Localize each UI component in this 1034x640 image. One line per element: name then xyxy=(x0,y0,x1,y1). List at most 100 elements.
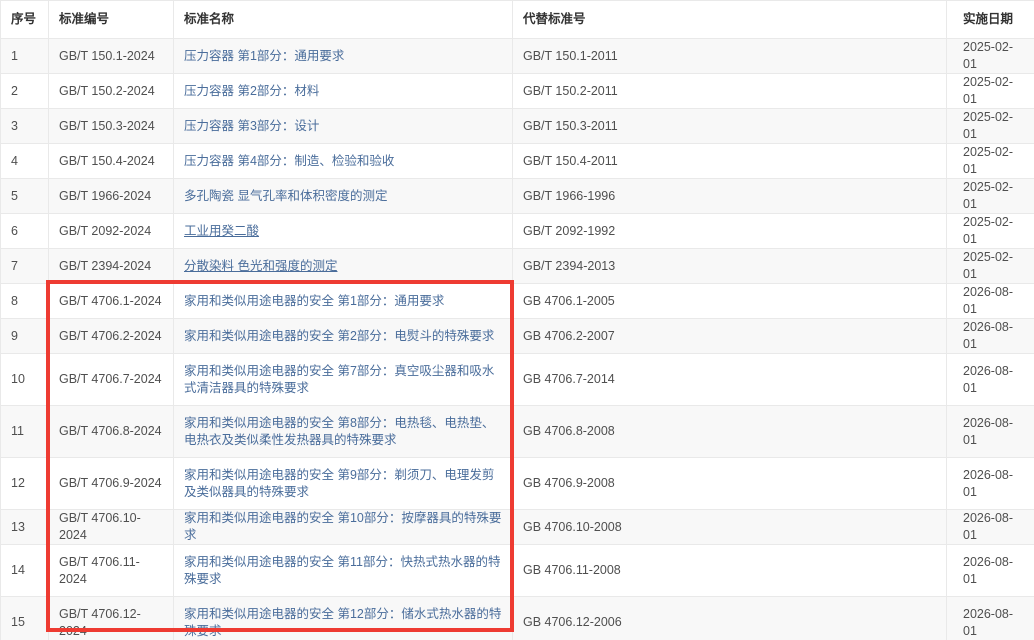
cell-index: 6 xyxy=(1,214,49,248)
standards-table: 序号 标准编号 标准名称 代替标准号 实施日期 1 GB/T 150.1-202… xyxy=(0,0,1034,640)
cell-replaced: GB 4706.7-2014 xyxy=(513,354,947,405)
cell-replaced: GB 4706.9-2008 xyxy=(513,458,947,509)
table-row: 11 GB/T 4706.8-2024 家用和类似用途电器的安全 第8部分：电热… xyxy=(1,406,1034,458)
cell-date: 2025-02-01 xyxy=(947,179,1034,213)
cell-std-no: GB/T 4706.10-2024 xyxy=(49,510,174,544)
table-row: 15 GB/T 4706.12-2024 家用和类似用途电器的安全 第12部分：… xyxy=(1,597,1034,640)
standard-name-link[interactable]: 压力容器 第4部分：制造、检验和验收 xyxy=(184,153,394,170)
col-header-replaced: 代替标准号 xyxy=(513,1,947,38)
standard-name-link[interactable]: 家用和类似用途电器的安全 第1部分：通用要求 xyxy=(184,293,444,310)
cell-std-name: 多孔陶瓷 显气孔率和体积密度的测定 xyxy=(174,179,513,213)
cell-replaced: GB 4706.10-2008 xyxy=(513,510,947,544)
table-row: 4 GB/T 150.4-2024 压力容器 第4部分：制造、检验和验收 GB/… xyxy=(1,144,1034,179)
cell-std-name: 压力容器 第2部分：材料 xyxy=(174,74,513,108)
cell-date: 2026-08-01 xyxy=(947,319,1034,353)
cell-index: 3 xyxy=(1,109,49,143)
cell-date: 2025-02-01 xyxy=(947,109,1034,143)
cell-std-name: 家用和类似用途电器的安全 第10部分：按摩器具的特殊要求 xyxy=(174,510,513,544)
cell-std-no: GB/T 4706.9-2024 xyxy=(49,458,174,509)
cell-date: 2026-08-01 xyxy=(947,354,1034,405)
cell-date: 2026-08-01 xyxy=(947,406,1034,457)
cell-index: 15 xyxy=(1,597,49,640)
cell-std-no: GB/T 150.2-2024 xyxy=(49,74,174,108)
cell-std-name: 压力容器 第4部分：制造、检验和验收 xyxy=(174,144,513,178)
standard-name-link[interactable]: 压力容器 第3部分：设计 xyxy=(184,118,319,135)
table-row: 5 GB/T 1966-2024 多孔陶瓷 显气孔率和体积密度的测定 GB/T … xyxy=(1,179,1034,214)
table-header-row: 序号 标准编号 标准名称 代替标准号 实施日期 xyxy=(1,1,1034,39)
cell-replaced: GB 4706.12-2006 xyxy=(513,597,947,640)
cell-date: 2026-08-01 xyxy=(947,458,1034,509)
standard-name-link[interactable]: 压力容器 第1部分：通用要求 xyxy=(184,48,344,65)
cell-date: 2026-08-01 xyxy=(947,284,1034,318)
table-row: 2 GB/T 150.2-2024 压力容器 第2部分：材料 GB/T 150.… xyxy=(1,74,1034,109)
cell-date: 2026-08-01 xyxy=(947,597,1034,640)
cell-index: 2 xyxy=(1,74,49,108)
cell-std-no: GB/T 4706.8-2024 xyxy=(49,406,174,457)
table-row: 14 GB/T 4706.11-2024 家用和类似用途电器的安全 第11部分：… xyxy=(1,545,1034,597)
cell-replaced: GB 4706.8-2008 xyxy=(513,406,947,457)
cell-std-no: GB/T 4706.2-2024 xyxy=(49,319,174,353)
cell-replaced: GB/T 150.3-2011 xyxy=(513,109,947,143)
table-row: 9 GB/T 4706.2-2024 家用和类似用途电器的安全 第2部分：电熨斗… xyxy=(1,319,1034,354)
col-header-date: 实施日期 xyxy=(947,1,1034,38)
cell-std-no: GB/T 4706.1-2024 xyxy=(49,284,174,318)
cell-std-no: GB/T 150.3-2024 xyxy=(49,109,174,143)
cell-date: 2025-02-01 xyxy=(947,39,1034,73)
cell-std-no: GB/T 1966-2024 xyxy=(49,179,174,213)
standards-table-page: 序号 标准编号 标准名称 代替标准号 实施日期 1 GB/T 150.1-202… xyxy=(0,0,1034,640)
cell-replaced: GB 4706.1-2005 xyxy=(513,284,947,318)
cell-replaced: GB/T 2092-1992 xyxy=(513,214,947,248)
standard-name-link[interactable]: 家用和类似用途电器的安全 第9部分：剃须刀、电理发剪及类似器具的特殊要求 xyxy=(184,467,502,501)
cell-replaced: GB/T 1966-1996 xyxy=(513,179,947,213)
table-row: 1 GB/T 150.1-2024 压力容器 第1部分：通用要求 GB/T 15… xyxy=(1,39,1034,74)
cell-replaced: GB/T 150.2-2011 xyxy=(513,74,947,108)
standard-name-link[interactable]: 工业用癸二酸 xyxy=(184,223,259,240)
standard-name-link[interactable]: 多孔陶瓷 显气孔率和体积密度的测定 xyxy=(184,188,387,205)
standard-name-link[interactable]: 家用和类似用途电器的安全 第11部分：快热式热水器的特殊要求 xyxy=(184,554,502,588)
cell-replaced: GB/T 150.4-2011 xyxy=(513,144,947,178)
standard-name-link[interactable]: 家用和类似用途电器的安全 第7部分：真空吸尘器和吸水式清洁器具的特殊要求 xyxy=(184,363,502,397)
cell-replaced: GB 4706.2-2007 xyxy=(513,319,947,353)
cell-date: 2025-02-01 xyxy=(947,214,1034,248)
cell-date: 2026-08-01 xyxy=(947,510,1034,544)
cell-std-no: GB/T 4706.7-2024 xyxy=(49,354,174,405)
cell-std-name: 工业用癸二酸 xyxy=(174,214,513,248)
cell-std-name: 家用和类似用途电器的安全 第11部分：快热式热水器的特殊要求 xyxy=(174,545,513,596)
cell-std-name: 家用和类似用途电器的安全 第8部分：电热毯、电热垫、电热衣及类似柔性发热器具的特… xyxy=(174,406,513,457)
table-row: 8 GB/T 4706.1-2024 家用和类似用途电器的安全 第1部分：通用要… xyxy=(1,284,1034,319)
col-header-std-name: 标准名称 xyxy=(174,1,513,38)
cell-std-name: 家用和类似用途电器的安全 第12部分：储水式热水器的特殊要求 xyxy=(174,597,513,640)
cell-index: 10 xyxy=(1,354,49,405)
cell-date: 2025-02-01 xyxy=(947,74,1034,108)
cell-index: 13 xyxy=(1,510,49,544)
cell-std-no: GB/T 150.4-2024 xyxy=(49,144,174,178)
table-row: 12 GB/T 4706.9-2024 家用和类似用途电器的安全 第9部分：剃须… xyxy=(1,458,1034,510)
cell-replaced: GB 4706.11-2008 xyxy=(513,545,947,596)
cell-replaced: GB/T 2394-2013 xyxy=(513,249,947,283)
cell-std-no: GB/T 150.1-2024 xyxy=(49,39,174,73)
cell-std-name: 家用和类似用途电器的安全 第2部分：电熨斗的特殊要求 xyxy=(174,319,513,353)
standard-name-link[interactable]: 分散染料 色光和强度的测定 xyxy=(184,258,337,275)
standard-name-link[interactable]: 家用和类似用途电器的安全 第12部分：储水式热水器的特殊要求 xyxy=(184,606,502,640)
standard-name-link[interactable]: 家用和类似用途电器的安全 第2部分：电熨斗的特殊要求 xyxy=(184,328,494,345)
standard-name-link[interactable]: 压力容器 第2部分：材料 xyxy=(184,83,319,100)
standard-name-link[interactable]: 家用和类似用途电器的安全 第10部分：按摩器具的特殊要求 xyxy=(184,510,502,544)
cell-date: 2025-02-01 xyxy=(947,144,1034,178)
cell-index: 5 xyxy=(1,179,49,213)
table-row: 3 GB/T 150.3-2024 压力容器 第3部分：设计 GB/T 150.… xyxy=(1,109,1034,144)
table-row: 10 GB/T 4706.7-2024 家用和类似用途电器的安全 第7部分：真空… xyxy=(1,354,1034,406)
cell-index: 7 xyxy=(1,249,49,283)
cell-std-no: GB/T 4706.12-2024 xyxy=(49,597,174,640)
col-header-std-no: 标准编号 xyxy=(49,1,174,38)
cell-std-name: 压力容器 第3部分：设计 xyxy=(174,109,513,143)
cell-index: 8 xyxy=(1,284,49,318)
cell-index: 9 xyxy=(1,319,49,353)
cell-index: 11 xyxy=(1,406,49,457)
cell-std-name: 压力容器 第1部分：通用要求 xyxy=(174,39,513,73)
cell-std-no: GB/T 2394-2024 xyxy=(49,249,174,283)
standard-name-link[interactable]: 家用和类似用途电器的安全 第8部分：电热毯、电热垫、电热衣及类似柔性发热器具的特… xyxy=(184,415,502,449)
table-row: 6 GB/T 2092-2024 工业用癸二酸 GB/T 2092-1992 2… xyxy=(1,214,1034,249)
table-row: 7 GB/T 2394-2024 分散染料 色光和强度的测定 GB/T 2394… xyxy=(1,249,1034,284)
cell-std-no: GB/T 2092-2024 xyxy=(49,214,174,248)
cell-std-no: GB/T 4706.11-2024 xyxy=(49,545,174,596)
